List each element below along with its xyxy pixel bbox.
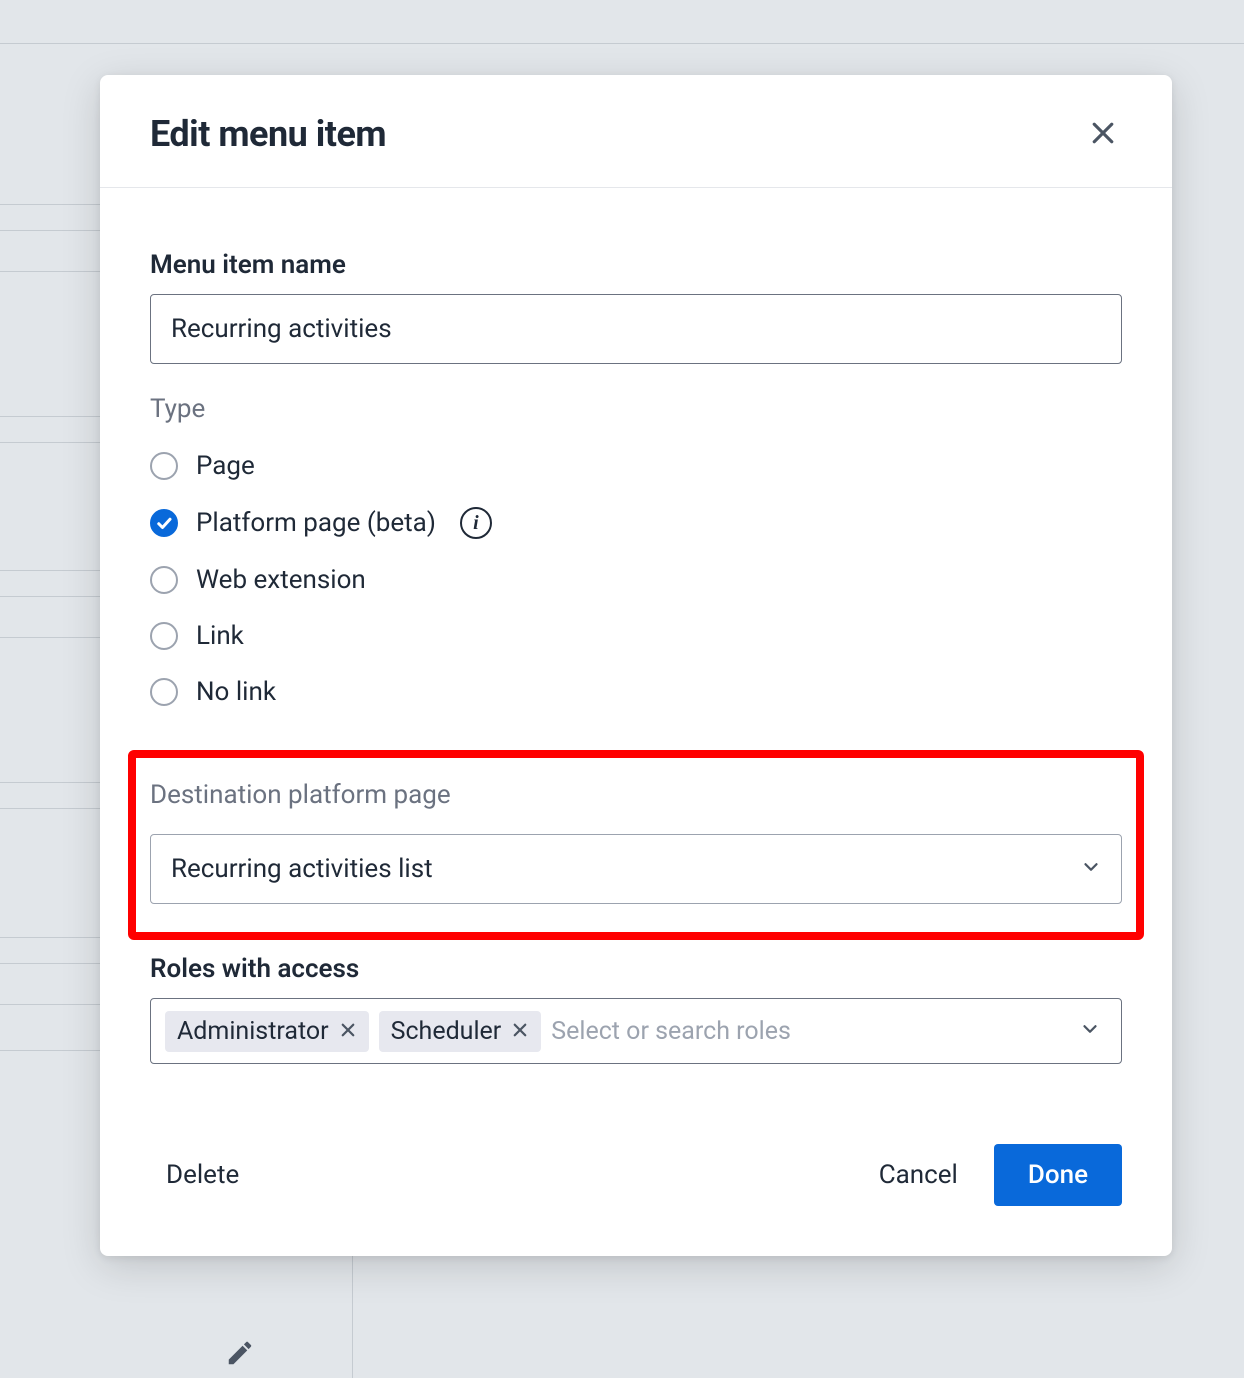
close-icon bbox=[339, 1021, 357, 1042]
radio-label: No link bbox=[196, 677, 276, 707]
role-tag-label: Administrator bbox=[177, 1017, 329, 1046]
cancel-button[interactable]: Cancel bbox=[863, 1146, 974, 1204]
radio-unchecked-icon bbox=[150, 678, 178, 706]
delete-button[interactable]: Delete bbox=[150, 1146, 255, 1204]
edit-icon bbox=[225, 1338, 255, 1368]
role-tag-label: Scheduler bbox=[391, 1017, 502, 1046]
close-icon bbox=[511, 1021, 529, 1042]
type-option-web-extension[interactable]: Web extension bbox=[150, 552, 1122, 608]
destination-select-wrap: Recurring activities list bbox=[150, 834, 1122, 904]
name-label: Menu item name bbox=[150, 250, 1122, 280]
type-label: Type bbox=[150, 394, 1122, 424]
close-icon bbox=[1088, 118, 1118, 151]
radio-unchecked-icon bbox=[150, 452, 178, 480]
modal-header: Edit menu item bbox=[100, 75, 1172, 188]
role-tag: Administrator bbox=[165, 1011, 369, 1052]
info-icon[interactable]: i bbox=[460, 507, 492, 539]
radio-label: Link bbox=[196, 621, 244, 651]
chevron-down-icon[interactable] bbox=[1079, 1018, 1101, 1044]
type-radio-list: Page Platform page (beta) i Web extensio… bbox=[150, 438, 1122, 720]
type-option-no-link[interactable]: No link bbox=[150, 664, 1122, 720]
radio-label: Platform page (beta) bbox=[196, 508, 436, 538]
destination-value: Recurring activities list bbox=[171, 854, 433, 884]
name-field-group: Menu item name bbox=[150, 250, 1122, 364]
edit-menu-item-modal: Edit menu item Menu item name Type Page bbox=[100, 75, 1172, 1256]
type-option-link[interactable]: Link bbox=[150, 608, 1122, 664]
remove-role-button[interactable] bbox=[339, 1021, 357, 1042]
roles-placeholder: Select or search roles bbox=[551, 1017, 791, 1046]
type-option-platform-page[interactable]: Platform page (beta) i bbox=[150, 494, 1122, 552]
remove-role-button[interactable] bbox=[511, 1021, 529, 1042]
type-field-group: Type Page Platform page (beta) i Web ext… bbox=[150, 394, 1122, 720]
destination-select[interactable]: Recurring activities list bbox=[150, 834, 1122, 904]
roles-input[interactable]: Administrator Scheduler Selec bbox=[150, 998, 1122, 1064]
footer-actions: Cancel Done bbox=[863, 1144, 1122, 1206]
done-button[interactable]: Done bbox=[994, 1144, 1122, 1206]
modal-footer: Delete Cancel Done bbox=[100, 1114, 1172, 1256]
name-input[interactable] bbox=[150, 294, 1122, 364]
radio-label: Web extension bbox=[196, 565, 366, 595]
radio-label: Page bbox=[196, 451, 255, 481]
modal-title: Edit menu item bbox=[150, 113, 386, 155]
roles-label: Roles with access bbox=[150, 954, 1122, 984]
radio-checked-icon bbox=[150, 509, 178, 537]
roles-field-group: Roles with access Administrator Schedule… bbox=[150, 954, 1122, 1064]
destination-label: Destination platform page bbox=[150, 780, 1122, 810]
destination-highlight: Destination platform page Recurring acti… bbox=[128, 750, 1144, 940]
radio-unchecked-icon bbox=[150, 622, 178, 650]
radio-unchecked-icon bbox=[150, 566, 178, 594]
modal-body: Menu item name Type Page Platform page (… bbox=[100, 188, 1172, 1114]
role-tag: Scheduler bbox=[379, 1011, 542, 1052]
type-option-page[interactable]: Page bbox=[150, 438, 1122, 494]
close-button[interactable] bbox=[1084, 114, 1122, 155]
